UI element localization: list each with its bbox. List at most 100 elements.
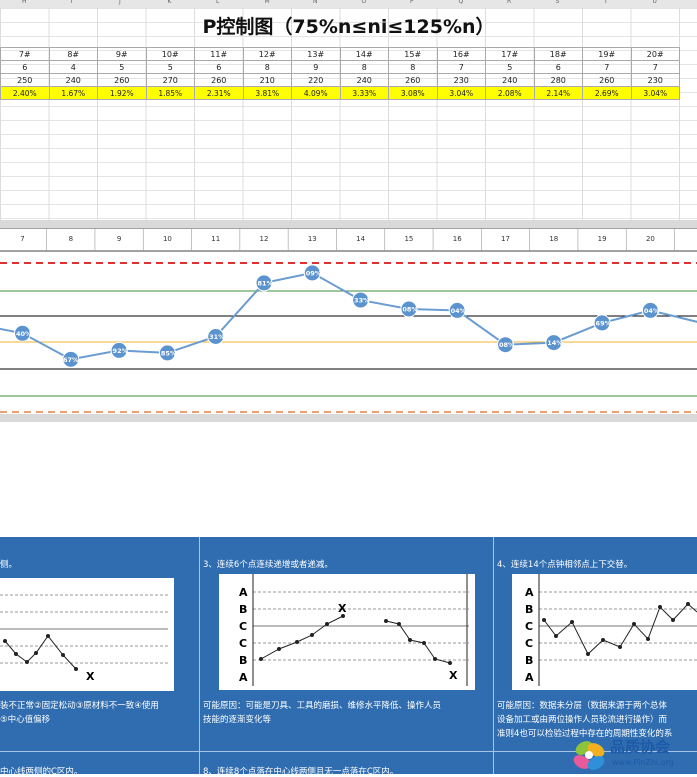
defect-count-cell[interactable]: 5 — [145, 60, 195, 74]
defect-count-cell[interactable]: 6 — [533, 60, 583, 74]
sample-id-cell[interactable]: 10# — [145, 47, 195, 61]
sample-id-cell[interactable]: 18# — [533, 47, 583, 61]
percent-cell[interactable]: 3.08% — [388, 86, 438, 100]
sample-id-cell[interactable]: 16# — [436, 47, 486, 61]
column-letter[interactable]: Q — [459, 0, 464, 5]
percent-cell[interactable]: 2.08% — [485, 86, 535, 100]
data-label: 67% — [63, 356, 79, 364]
sample-size-cell[interactable]: 240 — [339, 73, 389, 87]
sample-size-cell[interactable]: 260 — [97, 73, 147, 87]
x-tick-label: 8 — [69, 235, 73, 243]
data-label: .33% — [352, 297, 371, 305]
panel-divider — [493, 537, 494, 774]
data-label: .40% — [13, 330, 32, 338]
x-tick-label: 18 — [549, 235, 558, 243]
sample-size-cell[interactable]: 230 — [630, 73, 680, 87]
panel-3-text-line: 可能原因：可能是刀具、工具的磨损、维修水平降低、操作人员 — [203, 701, 442, 711]
sample-id-cell[interactable]: 19# — [582, 47, 632, 61]
percent-cell[interactable]: 3.33% — [339, 86, 389, 100]
sample-size-cell[interactable]: 280 — [533, 73, 583, 87]
defect-count-cell[interactable]: 7 — [582, 60, 632, 74]
percent-cell[interactable]: 1.85% — [145, 86, 195, 100]
column-letter[interactable]: M — [265, 0, 270, 5]
panel-3-text: 可能原因：可能是刀具、工具的磨损、维修水平降低、操作人员 技能的逐渐变化等 — [203, 699, 441, 727]
percent-cell[interactable]: 1.92% — [97, 86, 147, 100]
defect-count-cell[interactable]: 7 — [630, 60, 680, 74]
sheet-grid — [0, 8, 697, 220]
panel-3-mark: X — [449, 669, 458, 682]
percent-cell[interactable]: 2.69% — [582, 86, 632, 100]
defect-count-cell[interactable]: 7 — [436, 60, 486, 74]
percent-cell[interactable]: 3.04% — [436, 86, 486, 100]
panel-4-title: 4、连续14个点钟相邻点上下交替。 — [497, 560, 633, 570]
column-letter[interactable]: R — [507, 0, 511, 5]
x-tick-label: 12 — [260, 235, 269, 243]
percent-cell[interactable]: 2.31% — [194, 86, 244, 100]
percent-cell[interactable]: 4.09% — [291, 86, 341, 100]
column-letter[interactable]: T — [604, 0, 608, 5]
defect-count-cell[interactable]: 5 — [97, 60, 147, 74]
sample-id-cell[interactable]: 17# — [485, 47, 535, 61]
percent-cell[interactable]: 2.40% — [0, 86, 50, 100]
panel-4-text-line: 可能原因：数据未分层（数据来源于两个总体 — [497, 701, 668, 711]
column-letter[interactable]: S — [556, 0, 560, 5]
sample-size-cell[interactable]: 240 — [48, 73, 98, 87]
column-letter[interactable]: N — [313, 0, 318, 5]
x-tick-label: 15 — [404, 235, 413, 243]
defect-count-cell[interactable]: 8 — [242, 60, 292, 74]
data-label: .92% — [110, 347, 129, 355]
x-tick-label: 9 — [117, 235, 121, 243]
defect-count-cell[interactable]: 5 — [485, 60, 535, 74]
panel-3-figure: A B C C B A X X — [219, 574, 475, 690]
x-tick-label: 10 — [163, 235, 172, 243]
sample-id-cell[interactable]: 11# — [194, 47, 244, 61]
data-label: .14% — [545, 339, 564, 347]
sample-id-cell[interactable]: 8# — [48, 47, 98, 61]
sample-size-cell[interactable]: 210 — [242, 73, 292, 87]
sample-id-cell[interactable]: 20# — [630, 47, 680, 61]
sample-id-cell[interactable]: 15# — [388, 47, 438, 61]
column-letter[interactable]: J — [119, 0, 121, 5]
sample-size-cell[interactable]: 220 — [291, 73, 341, 87]
column-letter[interactable]: K — [168, 0, 172, 5]
sample-id-cell[interactable]: 9# — [97, 47, 147, 61]
x-tick-label: 14 — [356, 235, 365, 243]
panel-1-text-line: ⑤中心值偏移 — [0, 715, 51, 725]
column-letter[interactable]: I — [71, 0, 73, 5]
sample-size-cell[interactable]: 250 — [0, 73, 50, 87]
percent-cell[interactable]: 1.67% — [48, 86, 98, 100]
defect-count-cell[interactable]: 8 — [339, 60, 389, 74]
data-label: .85% — [158, 349, 177, 357]
percent-cell[interactable]: 3.81% — [242, 86, 292, 100]
sample-size-cell[interactable]: 260 — [582, 73, 632, 87]
column-letter[interactable]: P — [410, 0, 414, 5]
sample-size-cell[interactable]: 260 — [388, 73, 438, 87]
percent-cell[interactable]: 3.04% — [630, 86, 680, 100]
defect-count-cell[interactable]: 8 — [388, 60, 438, 74]
sample-size-cell[interactable]: 230 — [436, 73, 486, 87]
column-letter[interactable]: L — [216, 0, 219, 5]
data-label: .04% — [448, 307, 467, 315]
defect-count-cell[interactable]: 6 — [194, 60, 244, 74]
defect-count-cell[interactable]: 6 — [0, 60, 50, 74]
zone-label-B: B — [239, 654, 247, 667]
percent-cell[interactable]: 2.14% — [533, 86, 583, 100]
control-chart-area: 7 8 9 10 11 12 13 14 15 16 17 18 19 20 .40% 67% .92% .85%… — [0, 220, 697, 422]
x-tick-label: 17 — [501, 235, 510, 243]
data-table: 7# 8# 9# 10# 11# 12# 13# 14# 15# 16# 17# 18# 19# 20# … — [0, 47, 680, 100]
column-letter[interactable]: U — [653, 0, 657, 5]
panel-1-text-line: 装不正常②固定松动③原材料不一致④使用 — [0, 701, 159, 711]
panel-4-text-line: 设备加工或由两位操作人员轮流进行操作）而 — [497, 715, 668, 725]
column-letter[interactable]: H — [22, 0, 27, 5]
sample-id-cell[interactable]: 7# — [0, 47, 50, 61]
x-tick-label: 19 — [598, 235, 607, 243]
defect-count-cell[interactable]: 9 — [291, 60, 341, 74]
defect-count-cell[interactable]: 4 — [48, 60, 98, 74]
sample-size-cell[interactable]: 260 — [194, 73, 244, 87]
sample-size-cell[interactable]: 240 — [485, 73, 535, 87]
sample-id-cell[interactable]: 12# — [242, 47, 292, 61]
sample-id-cell[interactable]: 13# — [291, 47, 341, 61]
column-letter[interactable]: O — [362, 0, 367, 5]
sample-id-cell[interactable]: 14# — [339, 47, 389, 61]
sample-size-cell[interactable]: 270 — [145, 73, 195, 87]
